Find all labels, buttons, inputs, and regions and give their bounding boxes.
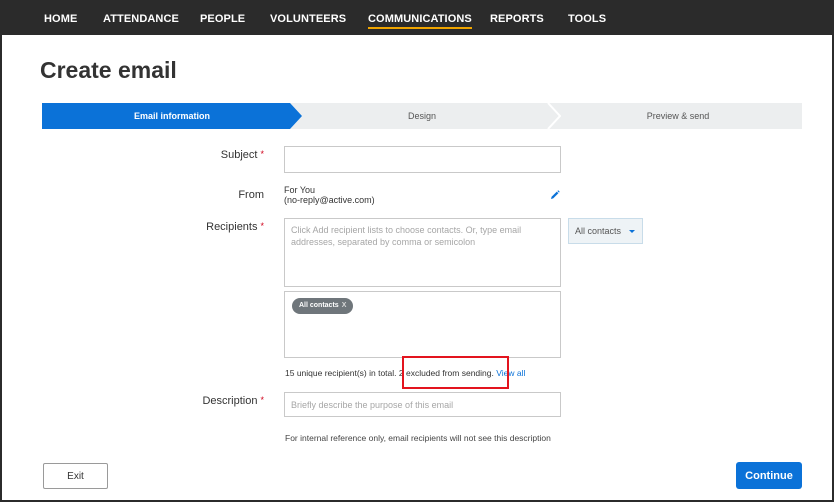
description-hint: For internal reference only, email recip… <box>285 433 551 443</box>
from-sender: For You (no-reply@active.com) <box>284 185 375 205</box>
from-sender-name: For You <box>284 185 316 195</box>
step-preview-send[interactable]: Preview & send <box>554 103 802 129</box>
from-sender-email: (no-reply@active.com) <box>284 195 375 205</box>
step-email-information[interactable]: Email information <box>42 103 302 129</box>
view-all-link[interactable]: View all <box>496 368 525 378</box>
nav-home[interactable]: HOME <box>44 13 77 25</box>
nav-communications[interactable]: COMMUNICATIONS <box>368 13 472 29</box>
recipient-list-dropdown[interactable]: All contacts <box>568 218 643 244</box>
exit-button[interactable]: Exit <box>43 463 108 489</box>
from-label: From <box>238 189 264 201</box>
recipient-total-text: 15 unique recipient(s) in total. <box>285 368 397 378</box>
subject-input[interactable] <box>284 146 561 173</box>
description-label: Description * <box>202 395 264 407</box>
nav-volunteers[interactable]: VOLUNTEERS <box>270 13 346 25</box>
required-mark: * <box>260 149 264 159</box>
edit-pencil-icon[interactable] <box>550 190 560 200</box>
nav-attendance[interactable]: ATTENDANCE <box>103 13 179 25</box>
recipient-summary: 15 unique recipient(s) in total. 2 exclu… <box>285 368 525 378</box>
step-progress-bar: Email information Design Preview & send <box>42 103 802 129</box>
nav-reports[interactable]: REPORTS <box>490 13 544 25</box>
recipient-excluded-text: 2 excluded from sending. <box>398 368 494 378</box>
page-title: Create email <box>40 57 177 83</box>
caret-down-icon <box>629 230 635 233</box>
recipient-lists-box: All contacts X <box>284 291 561 358</box>
step-design[interactable]: Design <box>296 103 548 129</box>
nav-tools[interactable]: TOOLS <box>568 13 606 25</box>
top-navigation: HOME ATTENDANCE PEOPLE VOLUNTEERS COMMUN… <box>2 2 832 35</box>
recipient-list-dropdown-value: All contacts <box>575 226 622 236</box>
chip-remove-icon[interactable]: X <box>342 302 347 309</box>
recipients-input[interactable] <box>284 218 561 287</box>
app-window: HOME ATTENDANCE PEOPLE VOLUNTEERS COMMUN… <box>0 0 834 502</box>
required-mark: * <box>260 395 264 405</box>
recipients-label: Recipients * <box>206 221 264 233</box>
continue-button[interactable]: Continue <box>736 462 802 489</box>
recipient-chip: All contacts X <box>292 298 354 314</box>
nav-people[interactable]: PEOPLE <box>200 13 245 25</box>
required-mark: * <box>260 221 264 231</box>
subject-label: Subject * <box>220 149 264 161</box>
description-input[interactable] <box>284 392 561 417</box>
